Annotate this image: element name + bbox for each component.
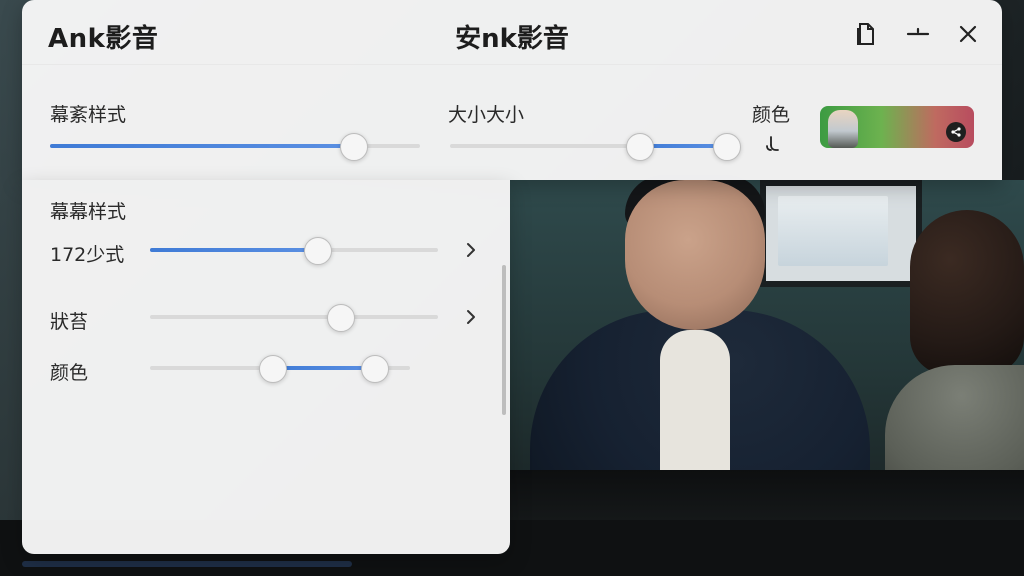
subtitle-style-panel: 幕幕样式 172少式 狀苔 颜色	[22, 180, 510, 554]
panel-row-1-slider-thumb[interactable]	[304, 237, 333, 265]
panel-scrollbar[interactable]	[502, 265, 506, 415]
panel-row-1-label: 172少式	[50, 244, 125, 266]
close-button[interactable]	[952, 18, 984, 50]
close-icon	[957, 23, 979, 45]
video-person-main	[510, 175, 880, 520]
size-label: 大小大小	[448, 104, 525, 126]
app-window: Ank影音 安nk影音 幕紊样式 大小大小 颜色	[22, 0, 1002, 180]
panel-row-3-range-thumb-end[interactable]	[360, 355, 389, 383]
share-icon	[950, 123, 962, 142]
panel-row-3-range-thumb-start[interactable]	[259, 355, 288, 383]
minimize-icon	[905, 24, 931, 44]
person-head	[625, 180, 765, 330]
document-icon	[855, 22, 877, 46]
side-person-head	[910, 210, 1024, 375]
cursor-hand-icon	[764, 134, 782, 152]
style-label: 幕紊样式	[50, 104, 127, 126]
chevron-right-icon[interactable]	[462, 308, 480, 326]
panel-row-2-slider[interactable]	[150, 315, 438, 319]
preview-person-image	[828, 110, 858, 148]
video-table	[510, 470, 1024, 520]
minimize-button[interactable]	[902, 18, 934, 50]
share-button[interactable]	[946, 122, 966, 142]
panel-row-2-label: 狀苔	[50, 311, 89, 333]
size-range-thumb-start[interactable]	[625, 133, 654, 161]
panel-row-3-range-fill	[272, 366, 374, 370]
title-bar: Ank影音 安nk影音	[22, 0, 1002, 65]
bottom-progress-hint	[22, 561, 352, 567]
panel-row-2-slider-fill	[150, 315, 340, 319]
panel-row-2-slider-thumb[interactable]	[327, 304, 356, 332]
color-preview-thumbnail[interactable]	[820, 106, 974, 148]
panel-row-1-slider[interactable]	[150, 248, 438, 252]
style-slider-thumb[interactable]	[340, 133, 369, 161]
top-controls: 幕紊样式 大小大小 颜色	[22, 64, 1002, 180]
style-slider-fill	[50, 144, 354, 148]
panel-row-1-slider-fill	[150, 248, 318, 252]
size-range-thumb-end[interactable]	[712, 133, 741, 161]
document-button[interactable]	[850, 18, 882, 50]
color-label: 颜色	[752, 104, 791, 126]
panel-row-3-label: 颜色	[50, 362, 89, 384]
chevron-right-icon[interactable]	[462, 241, 480, 259]
panel-title: 幕幕样式	[50, 201, 127, 223]
size-range-slider[interactable]	[450, 144, 740, 148]
